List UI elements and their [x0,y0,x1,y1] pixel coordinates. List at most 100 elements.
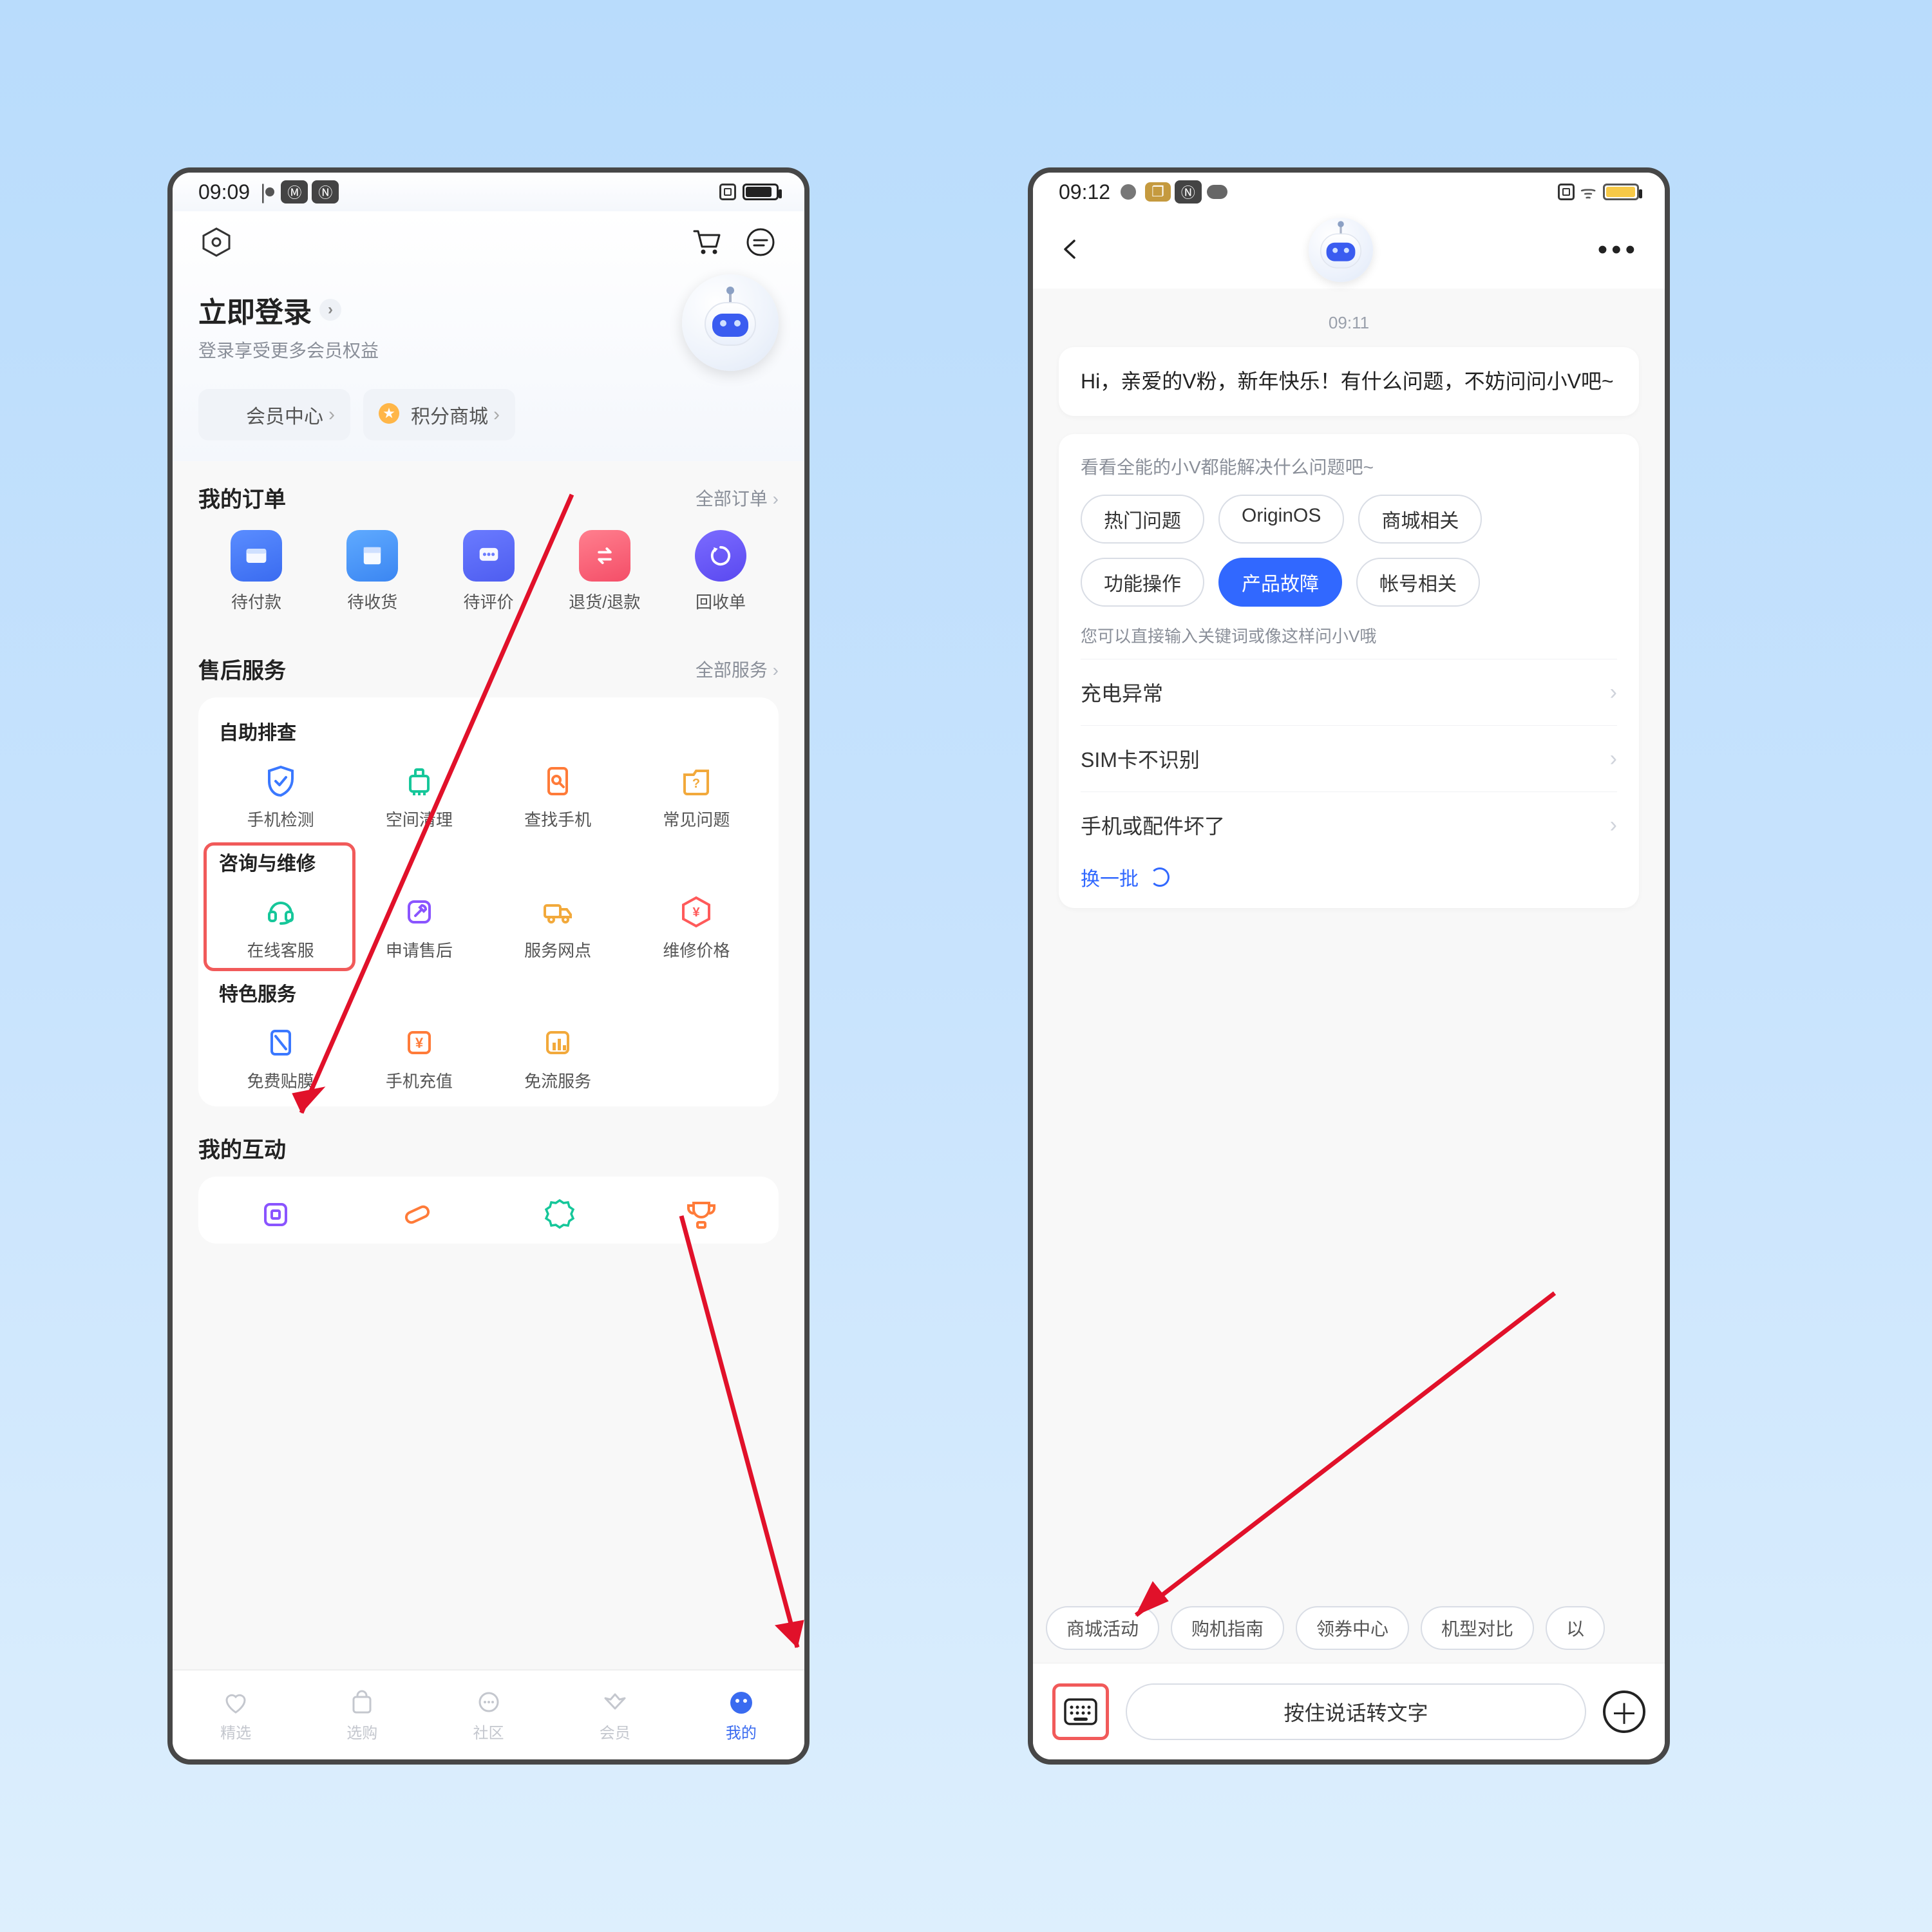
item-free-data[interactable]: 免流服务 [489,1014,627,1101]
tab-mine[interactable]: 我的 [678,1671,804,1759]
quick-suggestion-chip[interactable]: 商城活动 [1046,1606,1159,1650]
login-subtitle: 登录享受更多会员权益 [198,337,379,363]
add-button[interactable]: ＋ [1603,1690,1645,1733]
item-find-phone[interactable]: 查找手机 [489,753,627,840]
sim-icon [719,184,736,200]
tab-community[interactable]: 社区 [425,1671,551,1759]
box-icon [346,530,398,582]
cart-icon[interactable] [688,224,724,260]
faq-tag[interactable]: 商城相关 [1358,495,1482,544]
status-bar: 09:09 | Ⓜ Ⓝ [173,173,804,211]
star-icon: ★ [379,403,399,424]
aftersale-card: 自助排查 手机检测 空间清理 查找手机 ?常见问题 咨询与维修 在线客服 申请售… [198,697,779,1106]
faq-question-row[interactable]: SIM卡不识别› [1081,725,1617,791]
avatar-robot[interactable] [682,274,779,371]
search-doc-icon [538,762,577,800]
group-selfcheck-title: 自助排查 [219,717,766,745]
faq-hint2: 您可以直接输入关键词或像这样问小V哦 [1081,623,1617,647]
faq-question-row[interactable]: 充电异常› [1081,659,1617,725]
film-icon [261,1023,300,1062]
faq-question-row[interactable]: 手机或配件坏了› [1081,791,1617,858]
quick-suggestion-chip[interactable]: 购机指南 [1171,1606,1284,1650]
orders-more[interactable]: 全部订单 [696,485,779,511]
keyboard-toggle-button[interactable] [1058,1689,1103,1734]
svg-text:¥: ¥ [693,905,701,920]
quick-suggestion-chip[interactable]: 以 [1546,1606,1605,1650]
order-pending-receipt[interactable]: 待收货 [318,530,426,613]
order-return-refund[interactable]: 退货/退款 [551,530,659,613]
cloud-icon [1207,185,1227,199]
login-title[interactable]: 立即登录 › [198,289,379,330]
item-service-outlets[interactable]: 服务网点 [489,884,627,971]
svg-text:¥: ¥ [415,1035,424,1051]
swap-icon [579,530,630,582]
battery-icon [1603,184,1639,200]
chip-member-center[interactable]: 会员中心› [198,389,350,440]
settings-hex-icon[interactable] [198,224,234,260]
interact-title: 我的互动 [198,1132,286,1164]
tab-member[interactable]: 会员 [552,1671,678,1759]
chip-points-mall[interactable]: ★ 积分商城› [363,389,515,440]
back-button[interactable] [1059,237,1084,263]
faq-tag[interactable]: 热门问题 [1081,495,1204,544]
faq-tag[interactable]: 功能操作 [1081,558,1204,607]
item-apply-aftersale[interactable]: 申请售后 [350,884,488,971]
faq-card: 看看全能的小V都能解决什么问题吧~ 热门问题 OriginOS 商城相关功能操作产品… [1059,434,1639,908]
status-pill-icon: Ⓝ [312,180,339,204]
more-menu-icon[interactable]: ••• [1598,234,1639,266]
interact-item-1[interactable] [205,1192,346,1237]
annotation-arrow-3 [1091,1274,1580,1641]
status-pill-icon: Ⓝ [1175,180,1202,204]
faq-tag[interactable]: 产品故障 [1218,558,1342,607]
wrench-badge-icon [400,893,439,931]
item-phone-recharge[interactable]: ¥手机充值 [350,1014,488,1101]
tab-shop[interactable]: 选购 [299,1671,425,1759]
highlight-keyboard-button [1052,1683,1109,1740]
quick-suggestion-chip[interactable]: 领券中心 [1296,1606,1409,1650]
orders-row: 待付款 待收货 待评价 退货/退款 回收单 [198,526,779,627]
price-hex-icon: ¥ [677,893,715,931]
refresh-button[interactable]: 换一批 [1081,863,1617,891]
voice-input-button[interactable]: 按住说话转文字 [1126,1683,1586,1740]
aftersale-more[interactable]: 全部服务 [696,656,779,682]
status-pill-icon: ❐ [1145,182,1171,202]
data-chart-icon [538,1023,577,1062]
chat-input-bar: 按住说话转文字 ＋ [1033,1663,1665,1759]
chat-timestamp: 09:11 [1059,313,1639,333]
pill-icon [395,1192,440,1237]
chevron-right-icon: › [319,299,341,321]
refresh-icon [1150,867,1170,887]
item-repair-price[interactable]: ¥维修价格 [627,884,766,971]
faq-tag[interactable]: 帐号相关 [1356,558,1480,607]
item-faq[interactable]: ?常见问题 [627,753,766,840]
chat-avatar[interactable] [1309,218,1373,282]
faq-tag[interactable]: OriginOS [1218,495,1344,544]
status-time: 09:12 [1059,180,1110,204]
wallet-icon [231,530,282,582]
quick-suggestion-chip[interactable]: 机型对比 [1421,1606,1534,1650]
order-recycle[interactable]: 回收单 [667,530,775,613]
message-icon[interactable] [743,224,779,260]
tab-featured[interactable]: 精选 [173,1671,299,1759]
interact-item-3[interactable] [489,1192,630,1237]
wifi-icon: ᯤ [1580,180,1596,204]
quick-suggestions: 商城活动购机指南领券中心机型对比以 [1033,1606,1665,1650]
square-play-icon [253,1192,298,1237]
highlight-online-service [204,842,355,971]
status-pill-icon: Ⓜ [281,180,308,204]
item-free-screen-film[interactable]: 免费贴膜 [211,1014,350,1101]
order-pending-payment[interactable]: 待付款 [202,530,310,613]
group-featured-title: 特色服务 [219,978,766,1007]
sim-icon [1558,184,1575,200]
bottom-tabbar: 精选 选购 社区 会员 我的 [173,1669,804,1759]
order-pending-review[interactable]: 待评价 [435,530,543,613]
chevron-right-icon: › [1610,813,1617,838]
chat-header: ••• [1033,211,1665,289]
folder-question-icon: ? [677,762,715,800]
interact-item-4[interactable] [630,1192,772,1237]
item-space-clean[interactable]: 空间清理 [350,753,488,840]
item-phone-check[interactable]: 手机检测 [211,753,350,840]
faq-hint: 看看全能的小V都能解决什么问题吧~ [1081,453,1617,479]
interact-item-2[interactable] [346,1192,488,1237]
orders-title: 我的订单 [198,482,286,513]
